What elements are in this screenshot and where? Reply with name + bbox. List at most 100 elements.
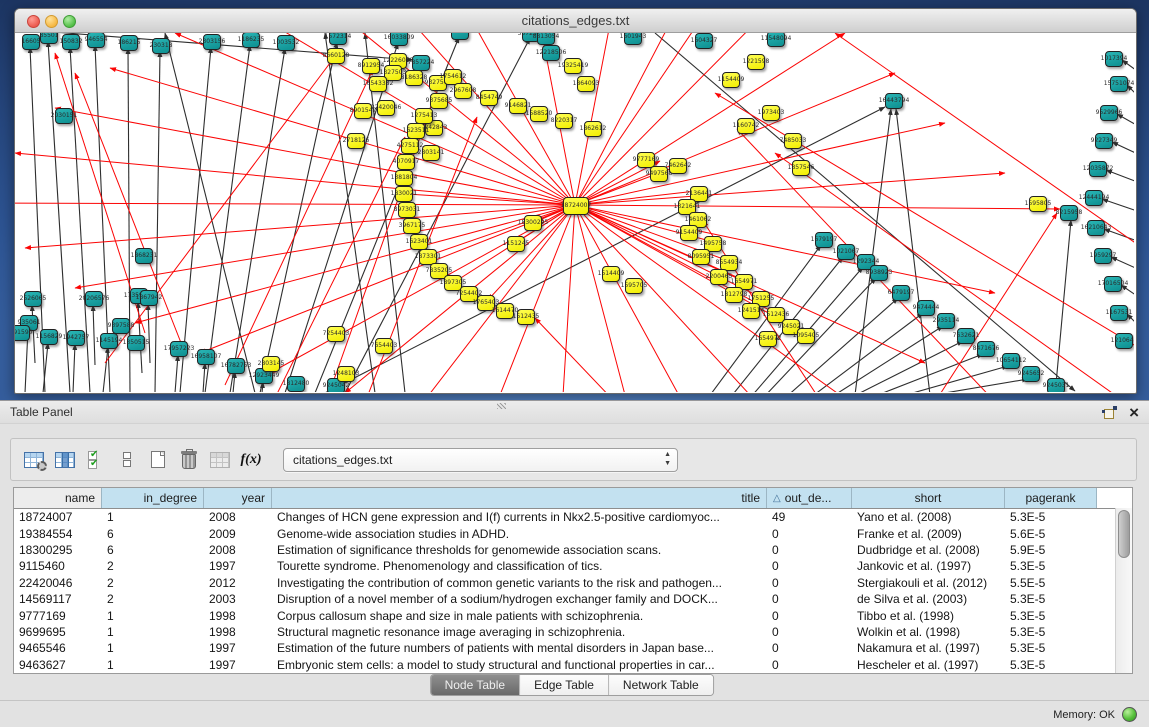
network-node[interactable]: 9497568 — [650, 166, 668, 182]
network-node[interactable]: 2803145 — [262, 356, 280, 372]
table-row[interactable]: 977716911998Corpus callosum shape and si… — [14, 607, 1132, 623]
network-node[interactable]: 1862612 — [584, 121, 602, 137]
table-row[interactable]: 1830029562008Estimation of significance … — [14, 542, 1132, 558]
network-node[interactable]: 1765403 — [477, 295, 495, 311]
panel-resize-grip[interactable] — [497, 403, 506, 409]
network-node[interactable]: 1160742 — [737, 118, 755, 134]
tab-edge-table[interactable]: Edge Table — [519, 675, 608, 695]
network-node[interactable]: 1017394 — [1105, 51, 1123, 67]
network-node[interactable]: 1604327 — [695, 33, 713, 49]
network-node[interactable]: 1275413 — [415, 108, 433, 124]
delete-table-button[interactable] — [176, 447, 202, 473]
table-row[interactable]: 1938455462009Genome-wide association stu… — [14, 525, 1132, 541]
network-node[interactable]: 8186328 — [405, 70, 423, 86]
float-panel-icon[interactable] — [1104, 406, 1117, 419]
network-node[interactable]: 1864093 — [577, 76, 595, 92]
table-row[interactable]: 911546021997Tourette syndrome. Phenomeno… — [14, 558, 1132, 574]
network-node[interactable]: 1572314 — [329, 33, 347, 45]
network-node[interactable]: 7654403 — [375, 338, 393, 354]
column-header-out_de[interactable]: △out_de... — [767, 488, 852, 508]
network-node[interactable]: 8471676 — [977, 341, 995, 357]
network-node[interactable]: 1145194 — [100, 333, 118, 349]
network-node[interactable]: 186215 — [120, 35, 138, 51]
table-row[interactable]: 1456911722003Disruption of a novel membe… — [14, 591, 1132, 607]
network-node[interactable]: 9245652 — [1022, 366, 1040, 382]
network-node[interactable]: 1830021 — [395, 186, 413, 202]
row-height-button[interactable] — [114, 447, 140, 473]
network-node[interactable]: 1868231 — [135, 248, 153, 264]
network-node[interactable]: 16443794 — [885, 93, 903, 109]
network-node[interactable]: 2303156 — [203, 34, 221, 50]
network-node[interactable]: 1812798 — [725, 287, 743, 303]
network-node[interactable]: 9154409 — [680, 225, 698, 241]
network-node[interactable]: 8938923 — [870, 265, 888, 281]
network-node[interactable]: 8813054 — [537, 33, 555, 45]
network-node[interactable]: 16033809 — [390, 33, 408, 46]
select-rows-button[interactable] — [83, 447, 109, 473]
network-node[interactable]: 1857546 — [792, 160, 810, 176]
network-node[interactable]: 17016504 — [1104, 276, 1122, 292]
tab-network-table[interactable]: Network Table — [608, 675, 713, 695]
network-node[interactable]: 85501 — [40, 33, 58, 44]
network-node[interactable]: 1595705 — [625, 278, 643, 294]
network-node[interactable]: 9397588 — [112, 318, 130, 334]
network-node[interactable]: 1654972 — [759, 331, 777, 347]
network-node[interactable]: 1156829 — [40, 329, 58, 345]
network-node[interactable]: 12218506 — [542, 45, 560, 61]
network-node[interactable]: 1588520 — [530, 106, 548, 122]
network-node[interactable]: 230318 — [152, 38, 170, 54]
network-node[interactable]: 7632621 — [957, 328, 975, 344]
network-node[interactable]: 16210643 — [1087, 220, 1105, 236]
network-node[interactable]: 3967175 — [403, 218, 421, 234]
network-node[interactable]: 1595805 — [1029, 196, 1047, 212]
vertical-scrollbar[interactable] — [1115, 508, 1132, 673]
table-row[interactable]: 946554611997Estimation of the future num… — [14, 640, 1132, 656]
network-node[interactable]: 8215958 — [1060, 205, 1078, 221]
network-node[interactable]: 1021067 — [837, 244, 855, 260]
network-node[interactable]: 2030151 — [55, 108, 73, 124]
network-node[interactable]: 20206576 — [85, 291, 103, 307]
network-window-titlebar[interactable]: citations_edges.txt — [15, 9, 1136, 33]
network-node[interactable]: 16543382 — [369, 76, 387, 92]
network-node[interactable]: 15751074 — [1110, 76, 1128, 92]
network-node[interactable]: 1867942 — [140, 290, 158, 306]
column-header-title[interactable]: title — [272, 488, 767, 508]
network-node[interactable]: 1623401 — [410, 234, 428, 250]
network-node[interactable]: 1154409 — [722, 72, 740, 88]
network-node[interactable]: 9146821 — [509, 98, 527, 114]
network-node[interactable]: 16958107 — [197, 349, 215, 365]
create-table-button[interactable] — [145, 447, 171, 473]
network-node[interactable]: 4275112 — [401, 138, 419, 154]
network-node[interactable]: 1210643 — [1115, 333, 1133, 349]
network-node[interactable]: 8660128 — [327, 48, 345, 64]
network-node[interactable]: 1151245 — [507, 236, 525, 252]
network-node[interactable]: 7254402 — [460, 286, 478, 302]
network-node[interactable]: 6479197 — [892, 285, 910, 301]
close-panel-icon[interactable]: × — [1129, 406, 1139, 419]
table-row[interactable]: 969969511998Structural magnetic resonanc… — [14, 624, 1132, 640]
network-node[interactable]: 946554 — [87, 33, 105, 48]
column-header-year[interactable]: year — [204, 488, 272, 508]
network-node[interactable]: 17957223 — [170, 341, 188, 357]
network-node[interactable]: 2718126 — [347, 133, 365, 149]
hub-network-node[interactable]: 18724007 — [563, 197, 589, 215]
network-node[interactable]: 1679197 — [815, 232, 833, 248]
network-node[interactable]: 1601943 — [624, 33, 642, 45]
table-settings-button[interactable] — [21, 447, 47, 473]
network-node[interactable]: 9227349 — [1095, 133, 1113, 149]
network-node[interactable]: 11548094 — [767, 33, 785, 47]
network-node[interactable]: 9474444 — [917, 300, 935, 316]
table-selector-dropdown[interactable]: citations_edges.txt ▲▼ — [283, 448, 678, 472]
network-node[interactable]: 7462642 — [669, 158, 687, 174]
network-node[interactable]: 1167531 — [1110, 305, 1128, 321]
network-node[interactable]: 7485033 — [784, 133, 802, 149]
network-node[interactable]: 1512435 — [517, 309, 535, 325]
network-node[interactable]: 1973403 — [762, 105, 780, 121]
network-node[interactable]: 2935114 — [937, 313, 955, 329]
network-node[interactable]: 9375685 — [430, 93, 448, 109]
network-node[interactable]: 8901542 — [354, 103, 372, 119]
network-node[interactable]: 2526065 — [24, 291, 42, 307]
network-node[interactable]: 10654112 — [1002, 353, 1020, 369]
table-row[interactable]: 2242004622012Investigating the contribut… — [14, 575, 1132, 591]
network-node[interactable]: 16605 — [22, 34, 40, 50]
